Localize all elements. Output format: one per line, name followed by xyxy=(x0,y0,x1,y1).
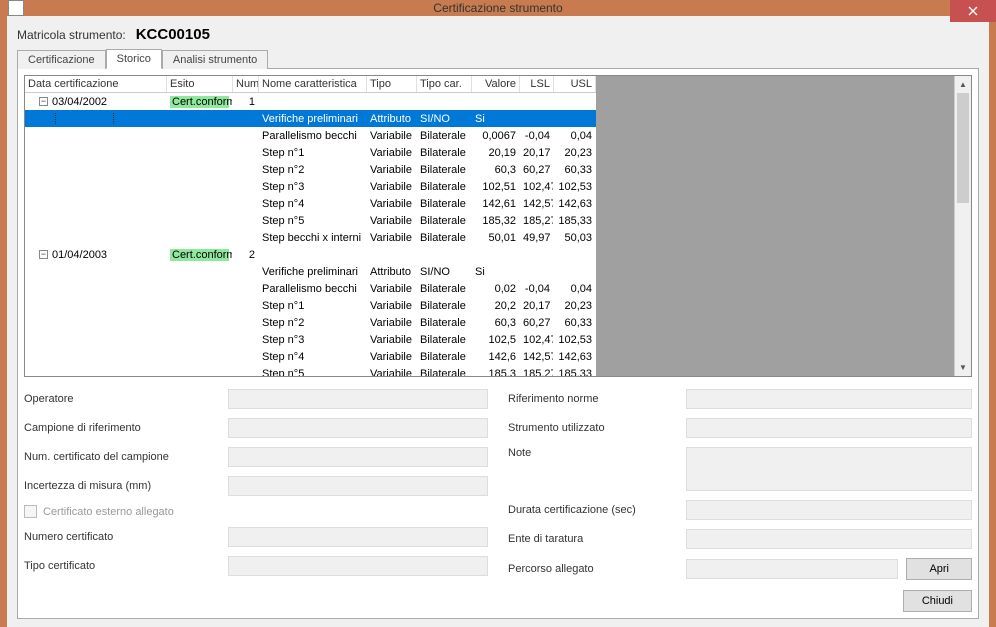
table-row[interactable]: Verifiche preliminariAttributoSI/NOSi xyxy=(25,263,596,280)
label-ente: Ente di taratura xyxy=(508,533,678,545)
label-durata: Durata certificazione (sec) xyxy=(508,504,678,516)
app-icon xyxy=(8,0,24,16)
table-row[interactable]: Verifiche preliminariAttributoSI/NOSi xyxy=(25,110,596,127)
grid-header: Data certificazione Esito Num Nome carat… xyxy=(25,76,596,93)
close-icon xyxy=(968,6,978,16)
tab-storico[interactable]: Storico xyxy=(106,49,162,69)
col-esito[interactable]: Esito xyxy=(167,76,233,92)
col-usl[interactable]: USL xyxy=(554,76,596,92)
tab-content: Data certificazione Esito Num Nome carat… xyxy=(17,69,979,619)
label-incertezza: Incertezza di misura (mm) xyxy=(24,480,220,492)
tree-toggle-icon[interactable]: − xyxy=(39,250,48,259)
matricola-label: Matricola strumento: xyxy=(17,28,126,42)
col-num[interactable]: Num xyxy=(233,76,259,92)
table-row[interactable]: −01/04/2003Cert.conforme2 xyxy=(25,246,596,263)
label-operatore: Operatore xyxy=(24,393,220,405)
chiudi-button[interactable]: Chiudi xyxy=(903,590,972,612)
input-ente[interactable] xyxy=(686,529,972,549)
input-campione[interactable] xyxy=(228,418,488,438)
input-percorso[interactable] xyxy=(686,559,898,579)
label-strumento: Strumento utilizzato xyxy=(508,422,678,434)
label-numero-cert: Numero certificato xyxy=(24,531,220,543)
scroll-down-icon[interactable]: ▼ xyxy=(955,359,971,376)
table-row[interactable]: Step n°4VariabileBilaterale142,6142,5714… xyxy=(25,348,596,365)
close-button[interactable] xyxy=(950,0,996,22)
table-row[interactable]: Step n°3VariabileBilaterale102,5102,4710… xyxy=(25,331,596,348)
table-row[interactable]: Step n°3VariabileBilaterale102,51102,471… xyxy=(25,178,596,195)
input-tipo-cert[interactable] xyxy=(228,556,488,576)
input-note[interactable] xyxy=(686,447,972,491)
tabbar: Certificazione Storico Analisi strumento xyxy=(17,47,979,69)
checkbox-cert-esterno[interactable] xyxy=(24,505,37,518)
input-durata[interactable] xyxy=(686,500,972,520)
titlebar: Certificazione strumento xyxy=(0,0,996,16)
col-lsl[interactable]: LSL xyxy=(520,76,554,92)
input-strumento[interactable] xyxy=(686,418,972,438)
label-numcert-campione: Num. certificato del campione xyxy=(24,451,220,463)
grid-body[interactable]: −03/04/2002Cert.conforme1 Verifiche prel… xyxy=(25,93,596,376)
table-row[interactable]: Step n°1VariabileBilaterale20,1920,1720,… xyxy=(25,144,596,161)
detail-form: Operatore Campione di riferimento Num. c… xyxy=(24,389,972,580)
label-percorso: Percorso allegato xyxy=(508,563,678,575)
window-root: Certificazione strumento Matricola strum… xyxy=(0,0,996,625)
matricola-value: KCC00105 xyxy=(136,26,210,43)
table-row[interactable]: −03/04/2002Cert.conforme1 xyxy=(25,93,596,110)
table-row[interactable]: Step n°5VariabileBilaterale185,3185,2718… xyxy=(25,365,596,376)
table-row[interactable]: Parallelismo becchiVariabileBilaterale0,… xyxy=(25,127,596,144)
window-title: Certificazione strumento xyxy=(433,1,562,15)
col-tipocar[interactable]: Tipo car. xyxy=(417,76,472,92)
input-numero-cert[interactable] xyxy=(228,527,488,547)
table-row[interactable]: Parallelismo becchiVariabileBilaterale0,… xyxy=(25,280,596,297)
label-cert-esterno: Certificato esterno allegato xyxy=(43,506,174,518)
col-nome[interactable]: Nome caratteristica xyxy=(259,76,367,92)
tab-certificazione[interactable]: Certificazione xyxy=(17,50,106,69)
tree-toggle-icon[interactable]: − xyxy=(39,97,48,106)
input-numcert-campione[interactable] xyxy=(228,447,488,467)
col-data[interactable]: Data certificazione xyxy=(25,76,167,92)
table-row[interactable]: Step n°5VariabileBilaterale185,32185,271… xyxy=(25,212,596,229)
table-row[interactable]: Step n°2VariabileBilaterale60,360,2760,3… xyxy=(25,314,596,331)
client-area: Matricola strumento: KCC00105 Certificaz… xyxy=(7,16,989,627)
table-row[interactable]: Step n°4VariabileBilaterale142,61142,571… xyxy=(25,195,596,212)
table-row[interactable]: Step n°2VariabileBilaterale60,360,2760,3… xyxy=(25,161,596,178)
label-riferimento: Riferimento norme xyxy=(508,393,678,405)
input-operatore[interactable] xyxy=(228,389,488,409)
table-row[interactable]: Step becchi x interniVariabileBilaterale… xyxy=(25,229,596,246)
history-grid: Data certificazione Esito Num Nome carat… xyxy=(24,75,972,377)
label-tipo-cert: Tipo certificato xyxy=(24,560,220,572)
input-riferimento[interactable] xyxy=(686,389,972,409)
scroll-up-icon[interactable]: ▲ xyxy=(955,76,971,93)
tab-analisi[interactable]: Analisi strumento xyxy=(162,50,268,69)
scroll-thumb[interactable] xyxy=(957,93,969,203)
vertical-scrollbar[interactable]: ▲ ▼ xyxy=(954,76,971,376)
focused-cell xyxy=(55,113,114,125)
input-incertezza[interactable] xyxy=(228,476,488,496)
label-note: Note xyxy=(508,447,678,459)
col-valore[interactable]: Valore xyxy=(472,76,520,92)
table-row[interactable]: Step n°1VariabileBilaterale20,220,1720,2… xyxy=(25,297,596,314)
col-tipo[interactable]: Tipo xyxy=(367,76,417,92)
apri-button[interactable]: Apri xyxy=(906,558,972,580)
label-campione: Campione di riferimento xyxy=(24,422,220,434)
